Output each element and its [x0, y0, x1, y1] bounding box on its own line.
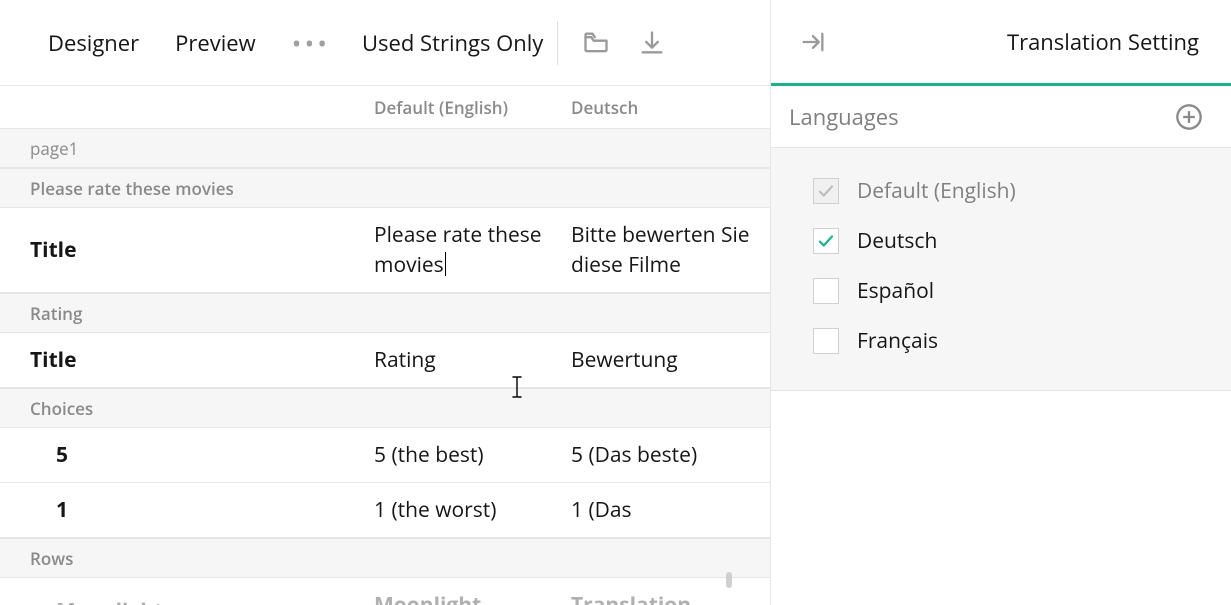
- section-label: Rows: [0, 547, 73, 570]
- language-option-default: Default (English): [771, 166, 1231, 216]
- checkbox-icon[interactable]: [813, 328, 839, 354]
- section-label: Choices: [0, 397, 93, 420]
- cell-default-english[interactable]: 5 (the best): [374, 440, 571, 470]
- section-page1[interactable]: page1: [0, 128, 770, 168]
- language-label: Deutsch: [857, 227, 937, 255]
- cell-deutsch[interactable]: Bitte bewerten Sie diese Filme: [571, 220, 770, 280]
- settings-panel-title: Translation Setting: [1007, 27, 1199, 57]
- column-default-label: Default (English): [374, 96, 571, 119]
- checkbox-icon: [813, 178, 839, 204]
- used-strings-toggle[interactable]: Used Strings Only: [362, 28, 543, 58]
- cell-key: 1: [0, 495, 374, 525]
- cell-default-english[interactable]: Rating: [374, 345, 571, 375]
- section-page1-hint[interactable]: Please rate these movies: [0, 168, 770, 208]
- cell-deutsch[interactable]: 1 (Das: [571, 495, 770, 525]
- download-icon[interactable]: [638, 29, 666, 57]
- cell-key: Title: [0, 345, 374, 375]
- cell-default-english[interactable]: 1 (the worst): [374, 495, 571, 525]
- language-label: Français: [857, 327, 938, 355]
- settings-panel-header: Translation Setting: [771, 0, 1231, 86]
- section-label: page1: [0, 137, 78, 160]
- scrollbar-thumb[interactable]: [726, 572, 732, 588]
- column-deutsch-label: Deutsch: [571, 96, 770, 119]
- language-label: Default (English): [857, 177, 1016, 205]
- cell-key: 5: [0, 440, 374, 470]
- collapse-panel-icon[interactable]: [799, 28, 827, 56]
- language-option-espanol[interactable]: Español: [771, 266, 1231, 316]
- translation-grid-header: Default (English) Deutsch: [0, 86, 770, 128]
- add-language-icon[interactable]: [1175, 103, 1203, 131]
- checkbox-icon[interactable]: [813, 228, 839, 254]
- tab-preview[interactable]: Preview: [157, 28, 274, 58]
- cell-deutsch[interactable]: Translation...: [571, 590, 770, 605]
- section-rows[interactable]: Rows: [0, 538, 770, 578]
- main-toolbar: Designer Preview ••• Used Strings Only: [0, 0, 770, 86]
- section-hint-label: Please rate these movies: [0, 177, 234, 200]
- languages-section-header[interactable]: Languages: [771, 86, 1231, 148]
- row-rating-title: Title Rating Bewertung: [0, 333, 770, 388]
- row-page-title: Title Please rate these movies Bitte bew…: [0, 208, 770, 293]
- language-label: Español: [857, 277, 934, 305]
- section-choices[interactable]: Choices: [0, 388, 770, 428]
- more-menu-icon[interactable]: •••: [274, 25, 348, 61]
- cell-deutsch[interactable]: 5 (Das beste): [571, 440, 770, 470]
- row-moonlight: Moonlight Moonlight Translation...: [0, 578, 770, 605]
- row-choice-1: 1 1 (the worst) 1 (Das: [0, 483, 770, 538]
- languages-list: Default (English) Deutsch Español França…: [771, 148, 1231, 391]
- cell-key: Moonlight: [0, 590, 374, 605]
- checkbox-icon[interactable]: [813, 278, 839, 304]
- language-option-deutsch[interactable]: Deutsch: [771, 216, 1231, 266]
- folder-open-icon[interactable]: [582, 29, 610, 57]
- language-option-francais[interactable]: Français: [771, 316, 1231, 366]
- languages-label: Languages: [789, 102, 899, 132]
- section-label: Rating: [0, 302, 82, 325]
- section-rating[interactable]: Rating: [0, 293, 770, 333]
- row-choice-5: 5 5 (the best) 5 (Das beste): [0, 428, 770, 483]
- toolbar-separator: [557, 21, 558, 65]
- cell-deutsch[interactable]: Bewertung: [571, 345, 770, 375]
- cell-default-english[interactable]: Moonlight: [374, 590, 571, 605]
- cell-default-english[interactable]: Please rate these movies: [374, 220, 571, 280]
- cell-key: Title: [0, 220, 374, 280]
- tab-designer[interactable]: Designer: [30, 28, 157, 58]
